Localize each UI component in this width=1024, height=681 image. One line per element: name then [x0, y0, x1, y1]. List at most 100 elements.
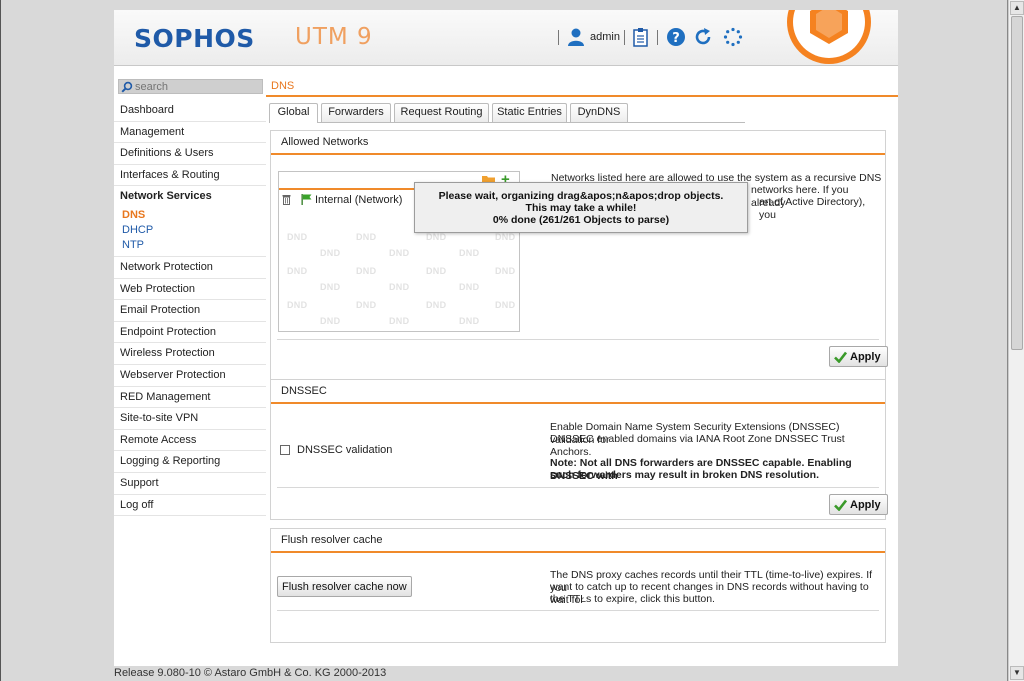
tab-forwarders[interactable]: Forwarders [321, 103, 391, 122]
header-separator [558, 30, 559, 45]
search-input[interactable] [135, 80, 260, 93]
sidebar-item-log-off[interactable]: Log off [114, 495, 266, 517]
loading-overlay: Please wait, organizing drag&apos;n&apos… [414, 182, 748, 233]
network-entry-label: Internal (Network) [315, 194, 403, 206]
search-box[interactable] [118, 79, 263, 94]
sidebar-item-site-to-site-vpn[interactable]: Site-to-site VPN [114, 408, 266, 430]
footer-release: Release 9.080-10 © Astaro GmbH & Co. KG … [114, 667, 387, 679]
sidebar-subitem-ntp[interactable]: NTP [114, 238, 266, 253]
dnd-watermark: DND [389, 316, 410, 326]
sidebar-subitem-dns[interactable]: DNS [114, 208, 266, 223]
dnssec-panel: DNSSEC DNSSEC validation Enable Domain N… [270, 379, 888, 520]
flush-help-line3: the TTLs to expire, click this button. [550, 593, 715, 605]
overlay-progress: 0% done (261/261 Objects to parse) [492, 214, 670, 226]
sidebar-item-web-protection[interactable]: Web Protection [114, 279, 266, 301]
divider [277, 487, 879, 488]
dnd-watermark: DND [287, 266, 308, 276]
page-title: DNS [271, 80, 295, 92]
header: SOPHOS UTM 9 admin ? [114, 10, 898, 66]
sidebar-nav: Dashboard Management Definitions & Users… [114, 100, 266, 517]
tabs-baseline [269, 122, 745, 123]
trash-icon[interactable] [282, 194, 291, 205]
sidebar-item-red-management[interactable]: RED Management [114, 387, 266, 409]
sidebar-item-interfaces-routing[interactable]: Interfaces & Routing [114, 165, 266, 187]
divider [277, 339, 879, 340]
sidebar-item-email-protection[interactable]: Email Protection [114, 300, 266, 322]
overlay-line1: Please wait, organizing drag&apos;n&apos… [438, 190, 724, 202]
dnd-watermark: DND [356, 232, 377, 242]
dnssec-help-line2: DNSSEC enabled domains via IANA Root Zon… [550, 433, 845, 458]
header-separator [657, 30, 658, 45]
check-icon [834, 351, 847, 363]
sidebar-item-webserver-protection[interactable]: Webserver Protection [114, 365, 266, 387]
dnd-watermark: DND [426, 300, 447, 310]
tab-request-routing[interactable]: Request Routing [394, 103, 489, 122]
sidebar-item-remote-access[interactable]: Remote Access [114, 430, 266, 452]
flush-cache-panel: Flush resolver cache Flush resolver cach… [270, 528, 886, 643]
sophos-logo: SOPHOS [134, 24, 255, 53]
sidebar-item-logging-reporting[interactable]: Logging & Reporting [114, 451, 266, 473]
product-name: UTM 9 [295, 24, 373, 50]
spinner-icon [723, 27, 743, 47]
window-border-left [0, 0, 1, 681]
dnd-watermark: DND [287, 232, 308, 242]
webadmin-page: SOPHOS UTM 9 admin ? search Dashboard Ma… [114, 10, 898, 679]
dnssec-note-line2: such forwarders may result in broken DNS… [550, 469, 819, 481]
allowed-networks-apply-button[interactable]: Apply [829, 346, 888, 367]
dnd-watermark: DND [459, 248, 480, 258]
sidebar-item-dashboard[interactable]: Dashboard [114, 100, 266, 122]
sidebar-item-management[interactable]: Management [114, 122, 266, 144]
allowed-networks-help-line3: art of Active Directory), you [759, 196, 866, 221]
dnd-watermark: DND [426, 266, 447, 276]
dnd-watermark: DND [495, 300, 516, 310]
sidebar-item-definitions-users[interactable]: Definitions & Users [114, 143, 266, 165]
apply-label: Apply [850, 350, 881, 363]
sidebar-item-network-protection[interactable]: Network Protection [114, 257, 266, 279]
dnd-watermark: DND [426, 232, 447, 242]
clipboard-icon[interactable] [631, 27, 651, 47]
allowed-networks-panel: Allowed Networks + Internal (Network) DN… [270, 130, 888, 381]
sidebar-group-network-services: Network Services DNS DHCP NTP [114, 186, 266, 257]
vertical-scrollbar[interactable]: ▲ ▼ [1008, 0, 1024, 681]
flush-cache-heading: Flush resolver cache [271, 529, 885, 553]
search-icon [121, 81, 133, 93]
dnd-watermark: DND [356, 266, 377, 276]
overlay-line2: This may take a while! [525, 202, 637, 214]
dnd-watermark: DND [287, 300, 308, 310]
scroll-down-arrow-icon[interactable]: ▼ [1010, 666, 1024, 680]
tab-dyndns[interactable]: DynDNS [570, 103, 628, 122]
flush-cache-button[interactable]: Flush resolver cache now [277, 576, 412, 597]
dnssec-apply-button[interactable]: Apply [829, 494, 888, 515]
reload-icon[interactable] [693, 27, 713, 47]
tab-global[interactable]: Global [269, 103, 318, 123]
dnssec-validation-checkbox[interactable] [280, 445, 290, 455]
hexagon-logo-icon [787, 10, 871, 64]
dnd-watermark: DND [389, 248, 410, 258]
check-icon [834, 499, 847, 511]
sidebar-item-endpoint-protection[interactable]: Endpoint Protection [114, 322, 266, 344]
dnd-watermark: DND [320, 316, 341, 326]
header-separator [624, 30, 625, 45]
dnssec-validation-label[interactable]: DNSSEC validation [297, 444, 392, 457]
dnd-watermark: DND [459, 316, 480, 326]
dnd-watermark: DND [459, 282, 480, 292]
network-flag-icon [301, 194, 312, 205]
sidebar-item-support[interactable]: Support [114, 473, 266, 495]
scroll-up-arrow-icon[interactable]: ▲ [1010, 1, 1024, 15]
sidebar-item-wireless-protection[interactable]: Wireless Protection [114, 343, 266, 365]
admin-username[interactable]: admin [590, 31, 620, 43]
tab-static-entries[interactable]: Static Entries [492, 103, 567, 122]
breadcrumb: DNS [266, 76, 898, 97]
dnd-watermark: DND [320, 282, 341, 292]
dnd-watermark: DND [389, 282, 410, 292]
help-icon[interactable]: ? [666, 27, 686, 47]
scroll-thumb[interactable] [1011, 16, 1023, 350]
dnssec-heading: DNSSEC [271, 380, 885, 404]
dnd-watermark: DND [495, 232, 516, 242]
sidebar-subitem-dhcp[interactable]: DHCP [114, 223, 266, 238]
dnd-watermark: DND [495, 266, 516, 276]
divider [277, 610, 879, 611]
user-icon[interactable] [566, 27, 586, 47]
allowed-networks-heading: Allowed Networks [271, 131, 885, 155]
sidebar-item-network-services[interactable]: Network Services [114, 186, 266, 208]
